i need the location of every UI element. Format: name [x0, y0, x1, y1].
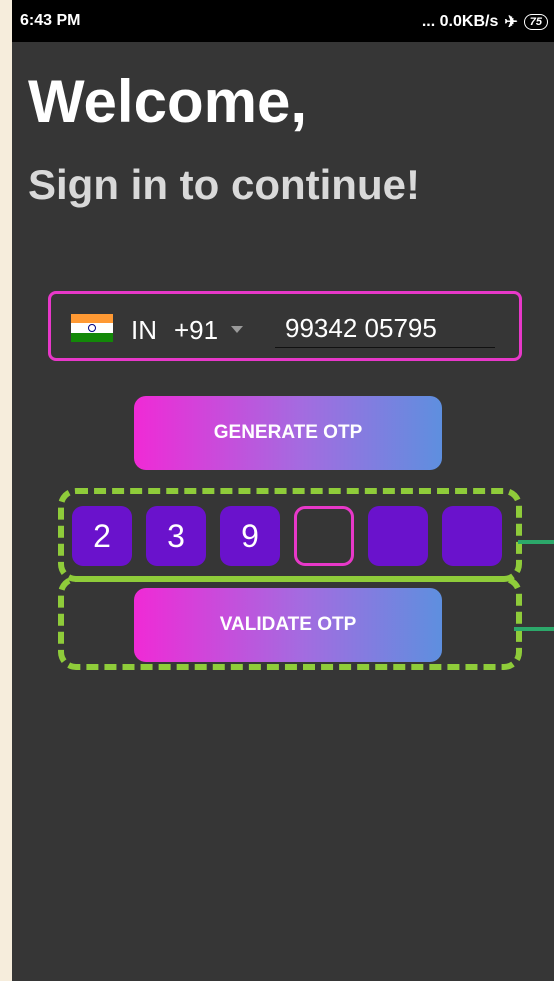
country-code[interactable]: IN	[131, 315, 157, 346]
chevron-down-icon[interactable]	[231, 326, 243, 333]
phone-input-container: IN +91	[48, 291, 522, 361]
battery-icon: 75	[523, 14, 548, 30]
network-speed: ... 0.0KB/s	[421, 13, 499, 30]
phone-number-input[interactable]	[275, 310, 495, 348]
validate-annotation-connector	[514, 627, 554, 631]
page-subtitle: Sign in to continue!	[28, 161, 420, 208]
status-bar: 6:43 PM ... 0.0KB/s ✈ 75	[12, 0, 554, 42]
otp-annotation-connector	[518, 540, 554, 544]
app-screen: 6:43 PM ... 0.0KB/s ✈ 75 Welcome, Sign i…	[12, 0, 554, 981]
otp-highlight-annotation	[58, 488, 522, 582]
status-time: 6:43 PM	[20, 12, 81, 29]
validate-highlight-annotation	[58, 576, 522, 670]
status-indicators: ... 0.0KB/s ✈ 75	[422, 12, 548, 32]
generate-otp-button[interactable]: GENERATE OTP	[134, 396, 442, 470]
dial-code[interactable]: +91	[174, 315, 218, 346]
india-flag-icon[interactable]	[71, 314, 113, 342]
page-title: Welcome,	[28, 68, 307, 135]
airplane-icon: ✈	[504, 14, 518, 31]
